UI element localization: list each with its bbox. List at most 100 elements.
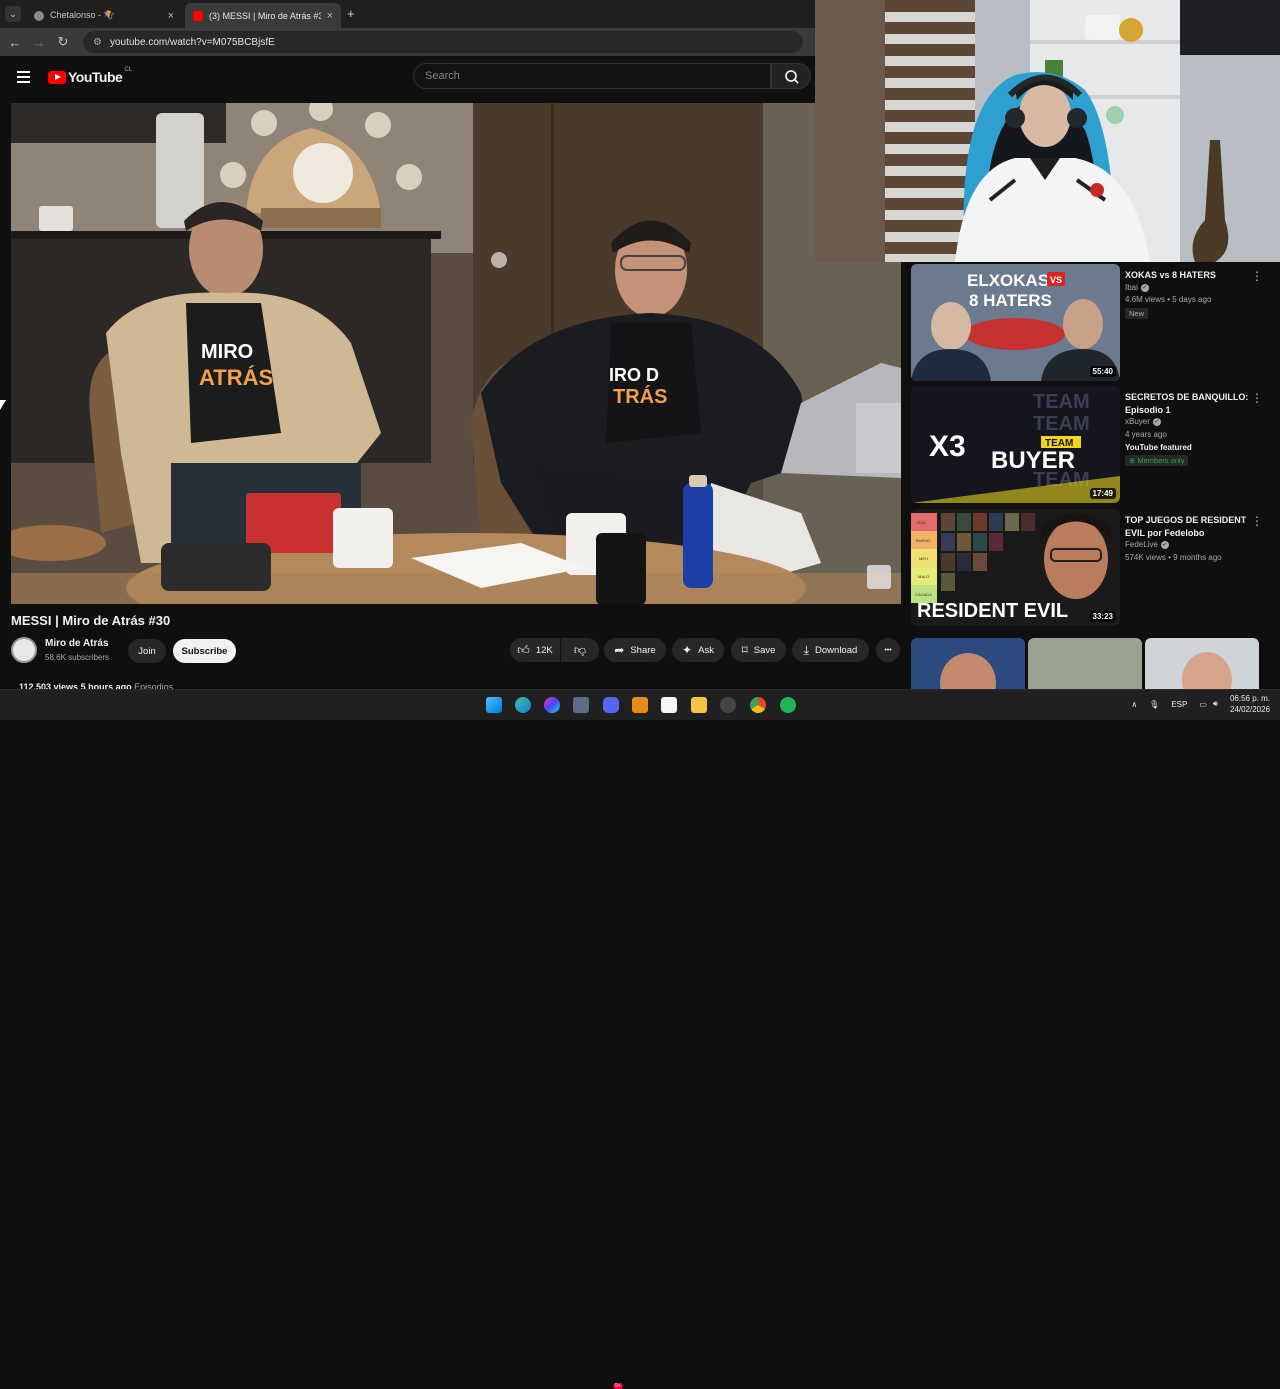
thumbs-up-icon: 👍︎ [517, 642, 530, 657]
svg-text:TEAM: TEAM [1045, 438, 1073, 449]
search-button[interactable] [771, 63, 811, 89]
thumb-text: ELXOKAS [967, 271, 1049, 290]
address-bar[interactable]: ⚙ youtube.com/watch?v=M075BCBjsfE [83, 31, 803, 53]
svg-text:IRO D: IRO D [609, 365, 659, 385]
chrome-icon[interactable] [750, 697, 766, 713]
site-info-icon[interactable]: ⚙ [93, 37, 102, 48]
recommendation-item[interactable]: TEAM TEAM TEAM X3 BUYER TEAM 17:49 SECRE… [911, 386, 1271, 504]
sparkle-icon: ✦ [682, 643, 693, 657]
tab-youtube-video[interactable]: (3) MESSI | Miro de Atrás #30 - × [185, 3, 341, 28]
shorts-thumbnail[interactable] [911, 638, 1025, 689]
svg-text:MALO: MALO [918, 574, 929, 579]
more-vert-icon[interactable]: ⋮ [1251, 391, 1263, 405]
ask-button[interactable]: ✦ Ask [672, 638, 724, 662]
more-vert-icon[interactable]: ⋮ [1251, 269, 1263, 283]
discord-icon[interactable] [603, 697, 619, 713]
close-icon[interactable]: × [327, 10, 333, 22]
close-icon[interactable]: × [168, 10, 174, 22]
shorts-thumbnail[interactable] [1028, 638, 1142, 689]
country-code: CL [124, 67, 132, 73]
youtube-masthead: YouTube CL Search [0, 56, 900, 98]
new-tab-button[interactable]: + [347, 6, 355, 21]
save-button[interactable]: ⌑ Save [731, 638, 786, 662]
svg-text:TRÁS: TRÁS [613, 385, 667, 408]
more-actions-button[interactable]: ••• [876, 638, 900, 662]
folder-icon[interactable] [691, 697, 707, 713]
svg-text:ATRÁS: ATRÁS [199, 365, 273, 390]
svg-text:VS: VS [1050, 275, 1062, 285]
file-icon[interactable] [661, 697, 677, 713]
save-label: Save [753, 644, 776, 656]
time: 06:56 p. m. [1229, 694, 1270, 703]
start-icon[interactable] [486, 697, 502, 713]
search-icon [785, 70, 799, 84]
share-icon: ➦ [614, 643, 625, 657]
download-icon: ⤓ [803, 642, 810, 657]
video-thumbnail[interactable]: TEAM TEAM TEAM X3 BUYER TEAM 17:49 [911, 386, 1120, 503]
edge-icon[interactable] [515, 697, 531, 713]
download-label: Download [815, 644, 858, 656]
browser-tab-strip: ⌄ Chetalonso - 🪁 × (3) MESSI | Miro de A… [0, 0, 815, 28]
chevron-up-icon[interactable]: ∧ [1131, 700, 1137, 709]
network-icon[interactable]: ▭ [1199, 700, 1207, 709]
share-label: Share [630, 644, 656, 656]
recommendation-meta: 574K views • 9 months ago [1125, 553, 1222, 562]
video-thumbnail[interactable]: ELXOKAS VS 8 HATERS 55:40 [911, 264, 1120, 381]
video-thumbnail[interactable]: GOD BUENO MEH MALO CAGADA RESIDENT EVIL … [911, 509, 1120, 626]
shield-icon[interactable] [632, 697, 648, 713]
discord-badge: 9+ [613, 1383, 623, 1389]
channel-avatar[interactable] [11, 637, 37, 663]
recommendation-title[interactable]: TOP JUEGOS DE RESIDENT EVIL por Fedelobo [1125, 514, 1250, 540]
youtube-play-icon [48, 70, 66, 84]
share-button[interactable]: ➦ Share [604, 638, 666, 662]
app-icon[interactable] [720, 697, 736, 713]
tab-search-button[interactable]: ⌄ [5, 6, 21, 22]
search-input[interactable]: Search [413, 63, 771, 89]
menu-icon[interactable] [17, 71, 30, 83]
thumbnail-image: TEAM TEAM TEAM X3 BUYER TEAM [911, 386, 1120, 503]
join-button[interactable]: Join [128, 639, 166, 663]
tab-chetalonso[interactable]: Chetalonso - 🪁 × [26, 3, 182, 28]
recommendation-item[interactable]: ELXOKAS VS 8 HATERS 55:40 XOKAS vs 8 HAT… [911, 264, 1271, 382]
windows-taskbar: 9+ ∧ 🎙︎ ESP ▭ 🔊︎ 06:56 p. m. 24/02/2026 [0, 689, 1280, 1389]
channel-name[interactable]: Miro de Atrás [45, 638, 109, 649]
shorts-thumbnail[interactable] [1145, 638, 1259, 689]
copilot-icon[interactable] [544, 697, 560, 713]
streamer-webcam [815, 0, 1280, 262]
download-button[interactable]: ⤓ Download [792, 638, 869, 662]
youtube-wordmark: YouTube [68, 69, 123, 85]
recommendation-title[interactable]: SECRETOS DE BANQUILLO: Episodio 1 [1125, 391, 1250, 417]
reload-icon[interactable]: ↻ [51, 34, 75, 50]
recommendation-channel[interactable]: xBuyer ✓ [1125, 417, 1161, 426]
duration-badge: 17:49 [1089, 488, 1116, 499]
shorts-image [1182, 652, 1232, 689]
shirt-text-left: MIRO [201, 341, 253, 363]
recommendation-item[interactable]: GOD BUENO MEH MALO CAGADA RESIDENT EVIL … [911, 509, 1271, 627]
svg-text:X3: X3 [929, 430, 966, 463]
tab-title: (3) MESSI | Miro de Atrás #30 - [209, 10, 321, 21]
more-vert-icon[interactable]: ⋮ [1251, 514, 1263, 528]
microphone-icon[interactable]: 🎙︎ [1149, 700, 1159, 709]
dislike-button[interactable]: 👎︎ [561, 638, 599, 662]
recommendation-channel[interactable]: Ibai ✓ [1125, 283, 1149, 292]
svg-text:TEAM: TEAM [1033, 391, 1090, 413]
recommendation-channel[interactable]: FedeLive ✓ [1125, 540, 1169, 549]
video-title: MESSI | Miro de Atrás #30 [11, 613, 171, 628]
like-count: 12K [535, 644, 553, 656]
forward-arrow-icon[interactable]: → [27, 35, 51, 50]
clock[interactable]: 06:56 p. m. 24/02/2026 [1230, 693, 1270, 715]
recommendation-title[interactable]: XOKAS vs 8 HATERS [1125, 269, 1250, 282]
svg-text:TEAM: TEAM [1033, 413, 1090, 435]
back-arrow-icon[interactable]: ← [3, 35, 27, 50]
volume-icon[interactable]: 🔊︎ [1213, 699, 1218, 709]
members-only-badge: ⊕ Members only [1125, 455, 1189, 466]
language-indicator[interactable]: ESP [1171, 700, 1187, 709]
subscribe-button[interactable]: Subscribe [173, 639, 236, 663]
youtube-logo[interactable]: YouTube CL [48, 67, 132, 85]
app-icon[interactable] [573, 697, 589, 713]
video-player[interactable]: MIRO ATRÁS IRO D TRÁS [11, 103, 901, 604]
like-button[interactable]: 👍︎ 12K [510, 638, 560, 662]
spotify-icon[interactable] [780, 697, 796, 713]
svg-text:CAGADA: CAGADA [915, 592, 932, 597]
duration-badge: 33:23 [1089, 611, 1116, 622]
